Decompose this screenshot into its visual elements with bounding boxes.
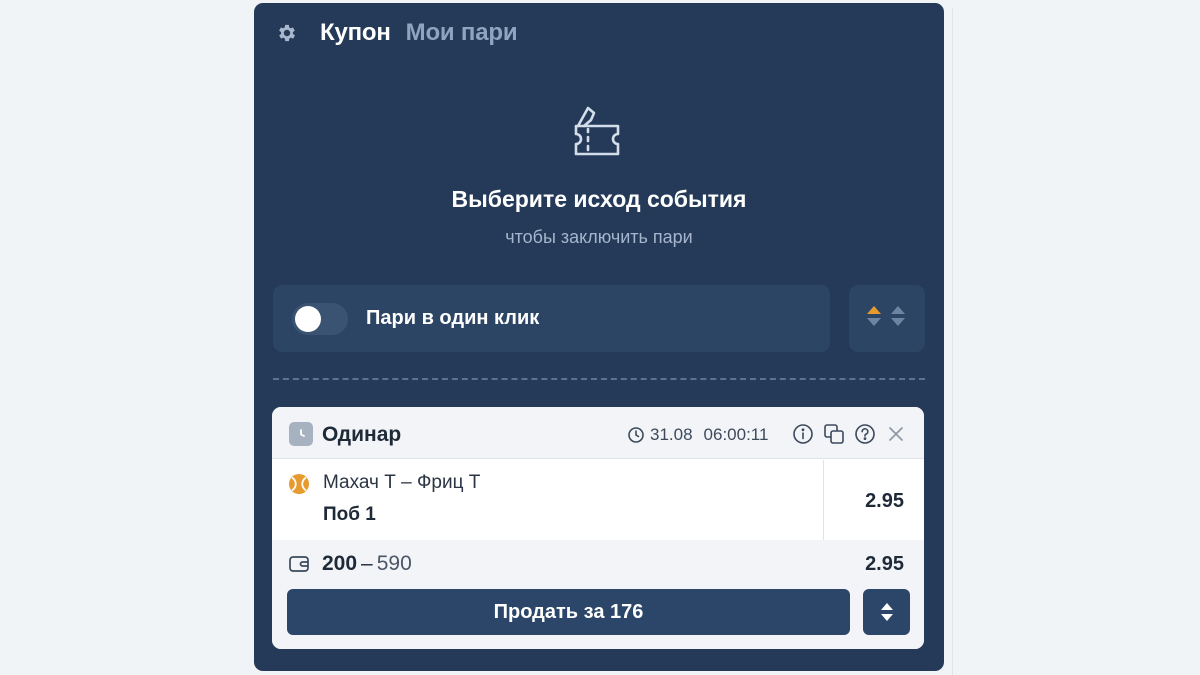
sort-button[interactable]	[849, 285, 925, 352]
odds-divider	[823, 460, 824, 540]
tab-coupon[interactable]: Купон	[320, 19, 391, 47]
bet-card: Одинар 31.08 06:00:11 Махач Т – Фриц Т П…	[272, 407, 924, 649]
up-down-arrows-icon	[880, 603, 893, 621]
bet-time: 06:00:11	[703, 425, 769, 444]
bet-event-row[interactable]: Махач Т – Фриц Т Поб 1 2.95	[272, 460, 924, 540]
stake-row: 200–590 2.95 Продать за 176	[272, 540, 924, 649]
one-click-bet-row[interactable]: Пари в один клик	[273, 285, 830, 352]
wallet-icon	[288, 554, 310, 574]
page-divider	[952, 8, 953, 675]
tab-my-bets[interactable]: Мои пари	[406, 19, 518, 47]
sell-options-button[interactable]	[863, 589, 910, 635]
sell-button[interactable]: Продать за 176	[287, 589, 850, 635]
tennis-ball-icon	[288, 473, 310, 495]
empty-state-subtitle: чтобы заключить пари	[505, 227, 693, 247]
ticket-icon	[564, 100, 630, 166]
event-teams: Махач Т – Фриц Т	[323, 472, 481, 493]
gear-icon[interactable]	[276, 22, 298, 44]
empty-state-title: Выберите исход события	[451, 186, 747, 212]
one-click-label: Пари в один клик	[366, 307, 540, 329]
toggle-knob	[295, 305, 321, 332]
bet-card-header: Одинар 31.08 06:00:11	[272, 407, 924, 459]
coupon-tabs: Купон Мои пари	[276, 18, 532, 48]
stake-amount: 200–590	[322, 552, 412, 576]
sort-arrows-icon	[865, 303, 909, 334]
coupon-panel: Купон Мои пари Выберите исход события чт…	[254, 3, 944, 671]
info-icon[interactable]	[791, 422, 815, 446]
bet-type-label: Одинар	[322, 423, 402, 446]
help-icon[interactable]	[853, 422, 877, 446]
clock-outline-icon	[628, 427, 644, 443]
stake-separator: –	[361, 552, 373, 575]
stake-value: 200	[322, 552, 358, 575]
total-odds: 2.95	[865, 553, 904, 575]
bet-datetime: 31.08 06:00:11	[627, 425, 768, 445]
event-odds: 2.95	[865, 490, 904, 512]
copy-icon[interactable]	[822, 422, 846, 446]
potential-win: 590	[376, 552, 412, 575]
dashed-divider	[273, 378, 925, 380]
close-icon[interactable]	[884, 422, 908, 446]
clock-icon	[289, 422, 313, 446]
one-click-toggle[interactable]	[292, 302, 348, 335]
event-outcome: Поб 1	[323, 504, 376, 525]
bet-date: 31.08	[650, 425, 693, 444]
